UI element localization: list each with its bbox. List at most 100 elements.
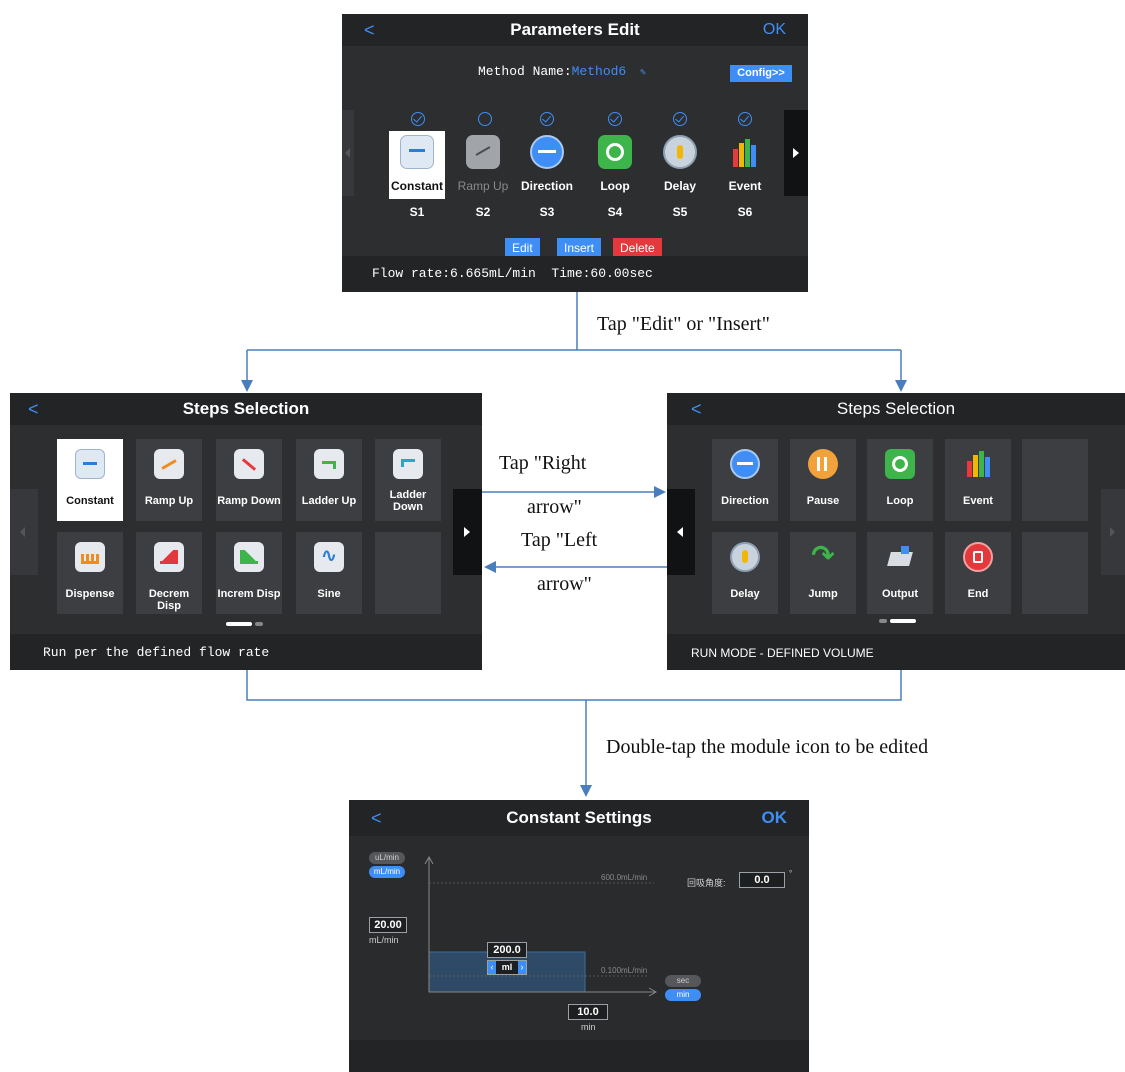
step-s4[interactable]: Loop xyxy=(587,131,643,199)
right-arrow-button[interactable] xyxy=(453,489,482,575)
tile-increm-disp[interactable]: Increm Disp xyxy=(216,532,282,614)
direction-icon xyxy=(730,449,760,479)
check-icon[interactable] xyxy=(411,112,425,126)
tile-delay[interactable]: Delay xyxy=(712,532,778,614)
tile-decrem-disp[interactable]: Decrem Disp xyxy=(136,532,202,614)
label-right-arrow-2: arrow" xyxy=(527,496,582,518)
tile-dispense[interactable]: Dispense xyxy=(57,532,123,614)
tile-ladder-down[interactable]: Ladder Down xyxy=(375,439,441,521)
step-s1[interactable]: Constant xyxy=(389,131,445,199)
event-icon xyxy=(728,135,762,169)
loop-icon xyxy=(598,135,632,169)
page-indicator-active xyxy=(890,619,916,623)
delete-button[interactable]: Delete xyxy=(613,238,662,258)
uncheck-icon[interactable] xyxy=(478,112,492,126)
tile-output[interactable]: Output xyxy=(867,532,933,614)
jump-icon: ↷ xyxy=(811,540,835,571)
steps-selection-screen-1: < Steps Selection Constant Ramp Up Ramp … xyxy=(10,393,482,670)
step-s6-sub: S6 xyxy=(737,205,753,219)
page-indicator xyxy=(879,619,887,623)
insert-button[interactable]: Insert xyxy=(557,238,602,258)
min-rate-label: 0.100mL/min xyxy=(601,966,648,975)
steps-selection-screen-2: < Steps Selection Direction Pause Loop E… xyxy=(667,393,1125,670)
status-bar xyxy=(349,1040,809,1072)
increm-disp-icon xyxy=(234,542,264,572)
ramp-down-icon xyxy=(234,449,264,479)
decrem-disp-icon xyxy=(154,542,184,572)
volume-unit-selector[interactable]: ‹ ml › xyxy=(487,960,527,975)
step-s1-sub: S1 xyxy=(409,205,425,219)
sine-icon: ∿ xyxy=(314,542,344,572)
delay-icon xyxy=(663,135,697,169)
step-s6[interactable]: Event xyxy=(717,131,773,199)
direction-icon xyxy=(530,135,564,169)
method-name-value[interactable]: Method6 xyxy=(572,64,627,79)
parameters-edit-screen: < Parameters Edit OK Method Name:Method6… xyxy=(342,14,808,292)
tile-event[interactable]: Event xyxy=(945,439,1011,521)
status-bar: Flow rate:6.665mL/min Time:60.00sec xyxy=(342,256,808,292)
pause-icon xyxy=(808,449,838,479)
tile-constant[interactable]: Constant xyxy=(57,439,123,521)
tile-ramp-up[interactable]: Ramp Up xyxy=(136,439,202,521)
status-text: Run per the defined flow rate xyxy=(43,645,270,660)
step-s5[interactable]: Delay xyxy=(652,131,708,199)
ladder-down-icon xyxy=(393,449,423,479)
tile-empty xyxy=(375,532,441,614)
time-unit: min xyxy=(581,1022,596,1032)
label-edit-insert: Tap "Edit" or "Insert" xyxy=(597,313,770,335)
label-left-arrow-1: Tap "Left xyxy=(521,529,598,551)
tile-loop[interactable]: Loop xyxy=(867,439,933,521)
chevron-left-icon[interactable]: ‹ xyxy=(488,961,496,974)
left-scroll[interactable] xyxy=(342,110,354,196)
check-icon[interactable] xyxy=(738,112,752,126)
tile-direction[interactable]: Direction xyxy=(712,439,778,521)
ladder-up-icon xyxy=(314,449,344,479)
left-scroll[interactable] xyxy=(10,489,38,575)
step-s3[interactable]: Direction xyxy=(519,131,575,199)
step-s5-sub: S5 xyxy=(672,205,688,219)
pencil-icon[interactable]: ✎ xyxy=(640,68,646,79)
tile-end[interactable]: End xyxy=(945,532,1011,614)
check-icon[interactable] xyxy=(540,112,554,126)
chevron-left-icon xyxy=(677,527,683,537)
flow-chart xyxy=(424,855,658,997)
loop-icon xyxy=(885,449,915,479)
method-name-label: Method Name: xyxy=(478,64,572,79)
tile-jump[interactable]: ↷ Jump xyxy=(790,532,856,614)
page-title: Parameters Edit xyxy=(510,20,640,39)
page-title: Steps Selection xyxy=(836,399,956,418)
config-button[interactable]: Config>> xyxy=(730,65,792,82)
right-arrow-button[interactable] xyxy=(784,110,808,196)
connector-top-split xyxy=(247,292,901,351)
status-bar: RUN MODE - DEFINED VOLUME xyxy=(667,634,1125,670)
tile-ramp-down[interactable]: Ramp Down xyxy=(216,439,282,521)
tile-sine[interactable]: ∿ Sine xyxy=(296,532,362,614)
constant-settings-screen: < Constant Settings OK uL/min mL/min 600… xyxy=(349,800,809,1072)
constant-icon xyxy=(400,135,434,169)
method-name: Method Name:Method6 ✎ xyxy=(478,64,646,79)
page-indicator xyxy=(255,622,263,626)
tile-ladder-up[interactable]: Ladder Up xyxy=(296,439,362,521)
ok-button[interactable]: OK xyxy=(763,14,786,46)
volume-input[interactable]: 200.0 xyxy=(487,942,527,958)
edit-button[interactable]: Edit xyxy=(505,238,540,258)
label-left-arrow-2: arrow" xyxy=(537,573,592,595)
rate-input[interactable]: 20.00 xyxy=(369,917,407,933)
left-arrow-button[interactable] xyxy=(667,489,695,575)
output-icon xyxy=(885,542,915,572)
angle-input[interactable]: 0.0 xyxy=(739,872,785,888)
check-icon[interactable] xyxy=(608,112,622,126)
status-bar: Run per the defined flow rate xyxy=(10,634,482,670)
step-s4-sub: S4 xyxy=(607,205,623,219)
delay-icon xyxy=(730,542,760,572)
step-s2[interactable]: Ramp Up xyxy=(455,131,511,199)
tile-pause[interactable]: Pause xyxy=(790,439,856,521)
right-scroll[interactable] xyxy=(1101,489,1125,575)
time-input[interactable]: 10.0 xyxy=(568,1004,608,1020)
check-icon[interactable] xyxy=(673,112,687,126)
connector-bottom-join xyxy=(246,670,902,701)
ramp-up-icon xyxy=(154,449,184,479)
chevron-right-icon[interactable]: › xyxy=(518,961,526,974)
unit-sec[interactable]: sec xyxy=(665,975,701,987)
unit-min[interactable]: min xyxy=(665,989,701,1001)
